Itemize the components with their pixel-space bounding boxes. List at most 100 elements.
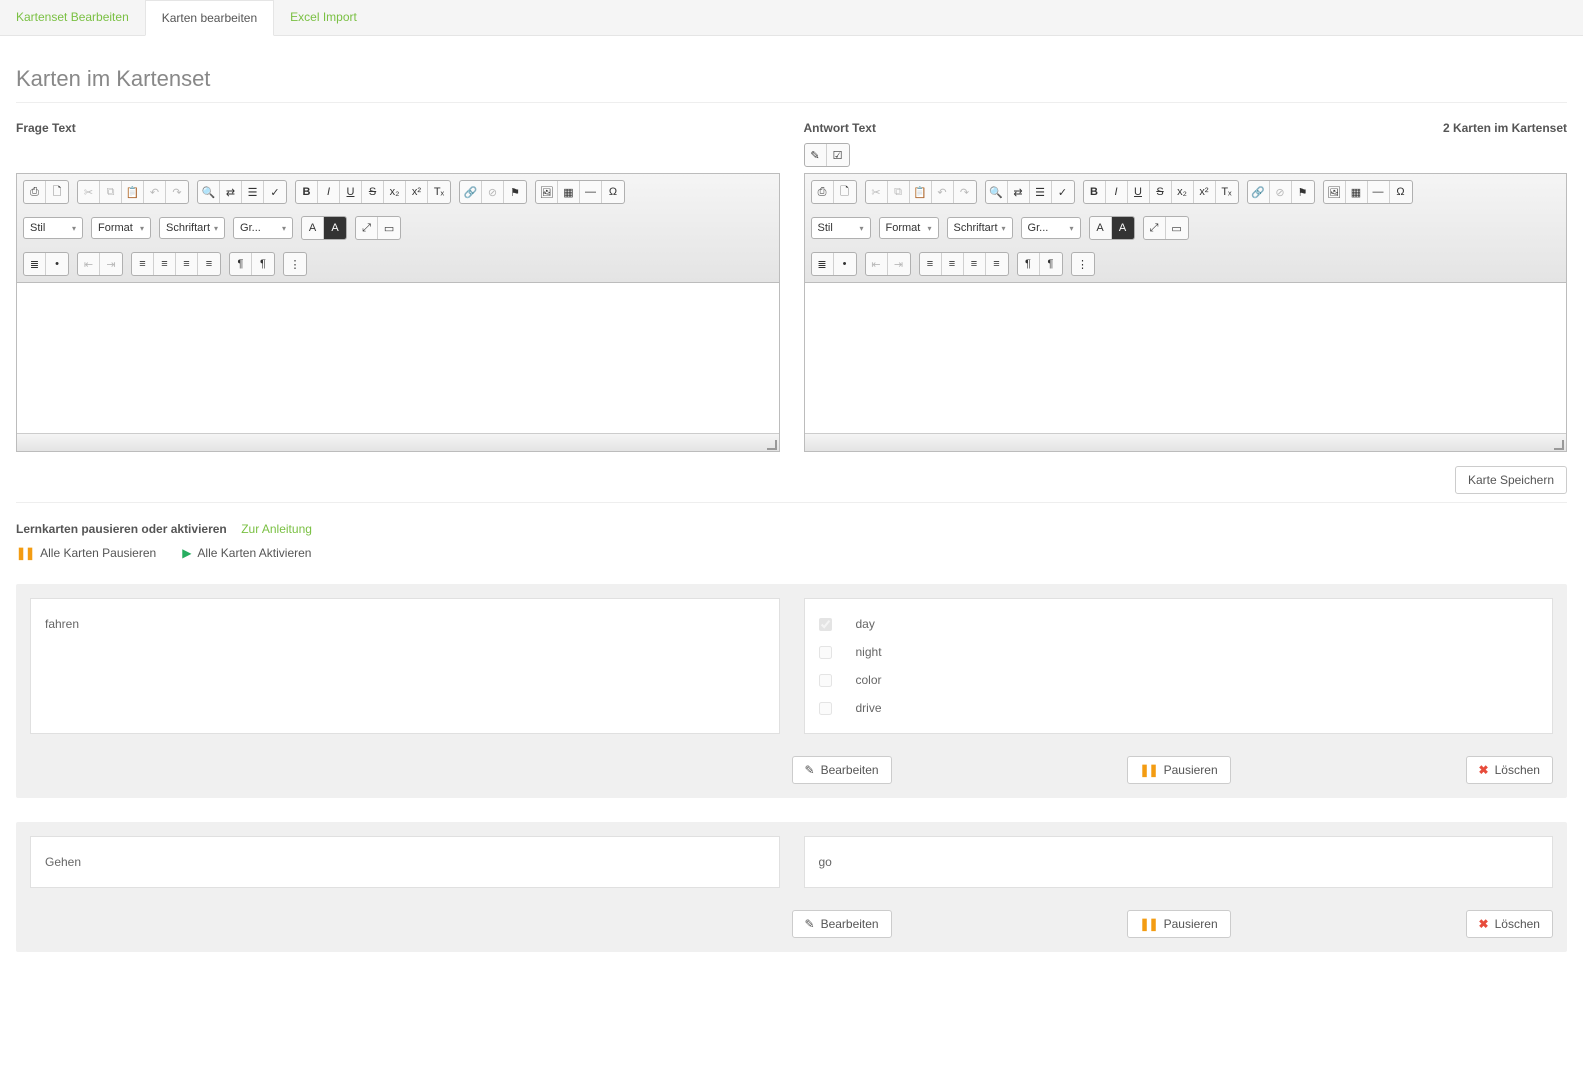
link-icon[interactable]: 🔗 — [1248, 181, 1270, 203]
link-icon[interactable]: 🔗 — [460, 181, 482, 203]
search-icon[interactable]: 🔍 — [986, 181, 1008, 203]
align-justify-icon[interactable]: ≡ — [198, 253, 220, 275]
font-combo[interactable]: Schriftart▾ — [159, 217, 225, 239]
more-icon[interactable]: ⋮ — [284, 253, 306, 275]
edit-card-button[interactable]: ✎Bearbeiten — [792, 756, 892, 784]
pause-card-button[interactable]: ❚❚Pausieren — [1127, 910, 1231, 938]
align-left-icon[interactable]: ≡ — [920, 253, 942, 275]
answer-text: day — [856, 617, 875, 631]
selectall-icon[interactable]: ☰ — [242, 181, 264, 203]
hr-icon[interactable]: — — [1368, 181, 1390, 203]
blocks-icon[interactable]: ▭ — [1166, 217, 1188, 239]
answer-mode-check-icon[interactable]: ☑ — [827, 144, 849, 166]
tab-karten-bearbeiten[interactable]: Karten bearbeiten — [145, 0, 274, 36]
hr-icon[interactable]: — — [580, 181, 602, 203]
specialchar-icon[interactable]: Ω — [602, 181, 624, 203]
textcolor-icon[interactable]: A — [302, 217, 324, 239]
ltr-icon[interactable]: ¶ — [230, 253, 252, 275]
textcolor-icon[interactable]: A — [1090, 217, 1112, 239]
maximize-icon[interactable]: ⤢ — [1144, 217, 1166, 239]
bold-icon[interactable]: B — [296, 181, 318, 203]
underline-icon[interactable]: U — [340, 181, 362, 203]
replace-icon[interactable]: ⇄ — [220, 181, 242, 203]
spellcheck-icon[interactable]: ✓ — [1052, 181, 1074, 203]
align-right-icon[interactable]: ≡ — [176, 253, 198, 275]
answer-textarea[interactable] — [805, 283, 1567, 433]
bullist-icon[interactable]: • — [834, 253, 856, 275]
table-icon[interactable]: ▦ — [1346, 181, 1368, 203]
numlist-icon[interactable]: ≣ — [24, 253, 46, 275]
rtl-icon[interactable]: ¶ — [1040, 253, 1062, 275]
align-right-icon[interactable]: ≡ — [964, 253, 986, 275]
paste-icon[interactable]: 📋 — [122, 181, 144, 203]
rtl-icon[interactable]: ¶ — [252, 253, 274, 275]
superscript-icon[interactable]: x² — [406, 181, 428, 203]
maximize-icon[interactable]: ⤢ — [356, 217, 378, 239]
tab-excel-import[interactable]: Excel Import — [274, 0, 373, 35]
strike-icon[interactable]: S — [1150, 181, 1172, 203]
image-icon[interactable]: 🖼 — [536, 181, 558, 203]
bgcolor-icon[interactable]: A — [1112, 217, 1134, 239]
numlist-icon[interactable]: ≣ — [812, 253, 834, 275]
align-justify-icon[interactable]: ≡ — [986, 253, 1008, 275]
answer-text: color — [856, 673, 882, 687]
removeformat-icon[interactable]: Tₓ — [1216, 181, 1238, 203]
align-left-icon[interactable]: ≡ — [132, 253, 154, 275]
style-combo[interactable]: Stil▾ — [23, 217, 83, 239]
subscript-icon[interactable]: x₂ — [384, 181, 406, 203]
align-center-icon[interactable]: ≡ — [942, 253, 964, 275]
size-combo[interactable]: Gr...▾ — [1021, 217, 1081, 239]
format-combo[interactable]: Format▾ — [879, 217, 939, 239]
image-icon[interactable]: 🖼 — [1324, 181, 1346, 203]
tab-kartenset-bearbeiten[interactable]: Kartenset Bearbeiten — [0, 0, 145, 35]
size-combo[interactable]: Gr...▾ — [233, 217, 293, 239]
save-card-button[interactable]: Karte Speichern — [1455, 466, 1567, 494]
question-textarea[interactable] — [17, 283, 779, 433]
preview-icon[interactable]: 🗋 — [834, 181, 856, 203]
style-combo[interactable]: Stil▾ — [811, 217, 871, 239]
answer-mode-text-icon[interactable]: ✎ — [805, 144, 827, 166]
underline-icon[interactable]: U — [1128, 181, 1150, 203]
guide-link[interactable]: Zur Anleitung — [241, 522, 312, 536]
replace-icon[interactable]: ⇄ — [1008, 181, 1030, 203]
bullist-icon[interactable]: • — [46, 253, 68, 275]
edit-card-button[interactable]: ✎Bearbeiten — [792, 910, 892, 938]
table-icon[interactable]: ▦ — [558, 181, 580, 203]
question-editor: ⎙🗋✂⧉📋↶↷🔍⇄☰✓BIUSx₂x²Tₓ🔗⊘⚑🖼▦—ΩStil▾Format▾… — [16, 173, 780, 452]
anchor-icon[interactable]: ⚑ — [504, 181, 526, 203]
resize-handle[interactable] — [1554, 440, 1564, 450]
resize-handle[interactable] — [767, 440, 777, 450]
ltr-icon[interactable]: ¶ — [1018, 253, 1040, 275]
more-icon[interactable]: ⋮ — [1072, 253, 1094, 275]
delete-card-icon: ✖ — [1479, 763, 1489, 777]
anchor-icon[interactable]: ⚑ — [1292, 181, 1314, 203]
search-icon[interactable]: 🔍 — [198, 181, 220, 203]
align-center-icon[interactable]: ≡ — [154, 253, 176, 275]
delete-card-button[interactable]: ✖Löschen — [1466, 756, 1553, 784]
pause-card-button[interactable]: ❚❚Pausieren — [1127, 756, 1231, 784]
blocks-icon[interactable]: ▭ — [378, 217, 400, 239]
superscript-icon[interactable]: x² — [1194, 181, 1216, 203]
preview-icon[interactable]: 🗋 — [46, 181, 68, 203]
bold-icon[interactable]: B — [1084, 181, 1106, 203]
format-combo[interactable]: Format▾ — [91, 217, 151, 239]
italic-icon[interactable]: I — [318, 181, 340, 203]
italic-icon[interactable]: I — [1106, 181, 1128, 203]
answer-option: night — [819, 645, 1539, 659]
spellcheck-icon[interactable]: ✓ — [264, 181, 286, 203]
strike-icon[interactable]: S — [362, 181, 384, 203]
selectall-icon[interactable]: ☰ — [1030, 181, 1052, 203]
specialchar-icon[interactable]: Ω — [1390, 181, 1412, 203]
bgcolor-icon[interactable]: A — [324, 217, 346, 239]
pause-all-button[interactable]: ❚❚ Alle Karten Pausieren — [16, 546, 156, 560]
paste-icon[interactable]: 📋 — [910, 181, 932, 203]
font-combo[interactable]: Schriftart▾ — [947, 217, 1013, 239]
card-question: Gehen — [30, 836, 780, 888]
delete-card-button[interactable]: ✖Löschen — [1466, 910, 1553, 938]
source-icon[interactable]: ⎙ — [812, 181, 834, 203]
source-icon[interactable]: ⎙ — [24, 181, 46, 203]
removeformat-icon[interactable]: Tₓ — [428, 181, 450, 203]
activate-all-button[interactable]: ▶ Alle Karten Aktivieren — [182, 546, 311, 560]
edit-card-icon: ✎ — [805, 917, 815, 931]
subscript-icon[interactable]: x₂ — [1172, 181, 1194, 203]
